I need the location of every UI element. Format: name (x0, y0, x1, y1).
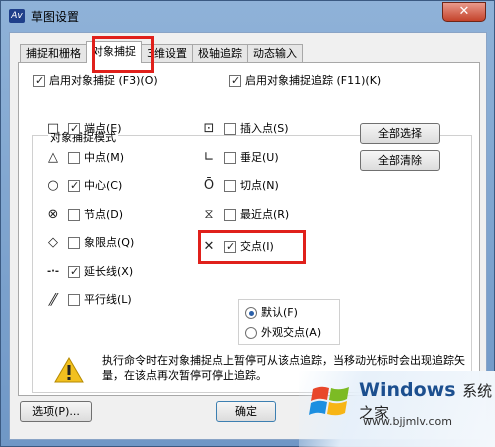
tab-object-snap[interactable]: 对象捕捉 (86, 41, 142, 63)
intersection-type-group: 默认(F) 外观交点(A) (238, 299, 340, 345)
snap-endpoint[interactable]: □ 端点(E) (44, 121, 122, 137)
center-checkbox[interactable] (68, 178, 80, 194)
snap-parallel[interactable]: ∥ 平行线(L) (44, 292, 132, 308)
triangle-icon: △ (48, 150, 58, 165)
radio-default[interactable]: 默认(F) (245, 305, 298, 321)
square-icon: □ (46, 121, 60, 136)
snap-midpoint[interactable]: △ 中点(M) (44, 150, 124, 166)
enable-tracking-label: 启用对象捕捉追踪 (F11)(K) (245, 74, 382, 87)
apparent-radio[interactable] (245, 327, 257, 339)
title-bar[interactable]: Av 草图设置 ✕ (1, 1, 494, 31)
enable-osnap-option[interactable]: 启用对象捕捉 (F3)(O) (33, 73, 158, 89)
nearest-icon: ⧖ (204, 207, 214, 222)
tab-snap-grid[interactable]: 捕捉和栅格 (20, 44, 87, 63)
tab-polar-tracking[interactable]: 极轴追踪 (192, 44, 248, 63)
parallel-icon: ∥ (45, 292, 61, 307)
midpoint-label: 中点(M) (84, 151, 125, 164)
default-radio-label: 默认(F) (261, 306, 298, 319)
insertion-checkbox[interactable] (224, 123, 236, 135)
ok-button[interactable]: 确定 (216, 401, 276, 422)
center-label: 中心(C) (84, 179, 123, 192)
nearest-checkbox[interactable] (224, 209, 236, 221)
circle-icon: ○ (47, 178, 59, 193)
node-checkbox[interactable] (68, 209, 80, 221)
endpoint-checkbox[interactable] (68, 121, 80, 137)
windows-logo-icon (309, 386, 349, 416)
perpendicular-label: 垂足(U) (240, 151, 279, 164)
diamond-icon: ◇ (48, 235, 58, 250)
tangent-checkbox[interactable] (224, 180, 236, 192)
window-title: 草图设置 (31, 10, 80, 24)
node-icon: ⊗ (47, 207, 59, 222)
enable-osnap-label: 启用对象捕捉 (F3)(O) (49, 74, 158, 87)
snap-extension[interactable]: -·- 延长线(X) (44, 264, 133, 280)
quadrant-checkbox[interactable] (68, 237, 80, 249)
snap-perpendicular[interactable]: ∟ 垂足(U) (200, 150, 279, 166)
intersection-checkbox[interactable] (224, 239, 236, 255)
endpoint-label: 端点(E) (84, 122, 122, 135)
default-radio[interactable] (245, 307, 257, 319)
intersection-icon: ✕ (203, 239, 215, 254)
snap-center[interactable]: ○ 中心(C) (44, 178, 122, 194)
enable-tracking-checkbox[interactable] (229, 73, 241, 89)
apparent-radio-label: 外观交点(A) (261, 326, 322, 339)
perpendicular-checkbox[interactable] (224, 152, 236, 164)
tangent-label: 切点(N) (240, 179, 279, 192)
dialog-window: Av 草图设置 ✕ 捕捉和栅格 对象捕捉 3维设置 极轴追踪 动态输入 启用对象… (0, 0, 495, 447)
close-button[interactable]: ✕ (442, 2, 486, 22)
app-icon: Av (9, 9, 25, 23)
enable-tracking-option[interactable]: 启用对象捕捉追踪 (F11)(K) (229, 73, 381, 89)
perpendicular-icon: ∟ (203, 150, 215, 165)
watermark: Windows 系统之家 www.bjjmlv.com (299, 371, 495, 447)
enable-osnap-checkbox[interactable] (33, 73, 45, 89)
watermark-url: www.bjjmlv.com (363, 415, 452, 428)
tangent-icon: Ō (203, 178, 215, 193)
node-label: 节点(D) (84, 208, 124, 221)
radio-apparent[interactable]: 外观交点(A) (245, 325, 321, 341)
extension-checkbox[interactable] (68, 264, 80, 280)
snap-intersection[interactable]: ✕ 交点(I) (200, 239, 274, 255)
clear-all-button[interactable]: 全部清除 (360, 150, 440, 171)
snap-tangent[interactable]: Ō 切点(N) (200, 178, 279, 194)
watermark-brand-text: Windows (359, 379, 456, 401)
intersection-label: 交点(I) (240, 240, 274, 253)
select-all-button[interactable]: 全部选择 (360, 123, 440, 144)
midpoint-checkbox[interactable] (68, 152, 80, 164)
extension-icon: -·- (46, 266, 60, 277)
tab-3d-settings[interactable]: 3维设置 (141, 44, 193, 63)
snap-insertion[interactable]: ⊡ 插入点(S) (200, 121, 289, 137)
tab-strip: 捕捉和栅格 对象捕捉 3维设置 极轴追踪 动态输入 (20, 41, 303, 63)
parallel-checkbox[interactable] (68, 294, 80, 306)
options-button[interactable]: 选项(P)... (20, 401, 92, 422)
insertion-label: 插入点(S) (240, 122, 289, 135)
extension-label: 延长线(X) (84, 265, 134, 278)
nearest-label: 最近点(R) (240, 208, 290, 221)
quadrant-label: 象限点(Q) (84, 236, 135, 249)
snap-quadrant[interactable]: ◇ 象限点(Q) (44, 235, 134, 251)
warning-icon (54, 357, 84, 383)
tab-dynamic-input[interactable]: 动态输入 (247, 44, 303, 63)
parallel-label: 平行线(L) (84, 293, 132, 306)
insertion-icon: ⊡ (203, 121, 215, 136)
snap-node[interactable]: ⊗ 节点(D) (44, 207, 124, 223)
snap-nearest[interactable]: ⧖ 最近点(R) (200, 207, 289, 223)
